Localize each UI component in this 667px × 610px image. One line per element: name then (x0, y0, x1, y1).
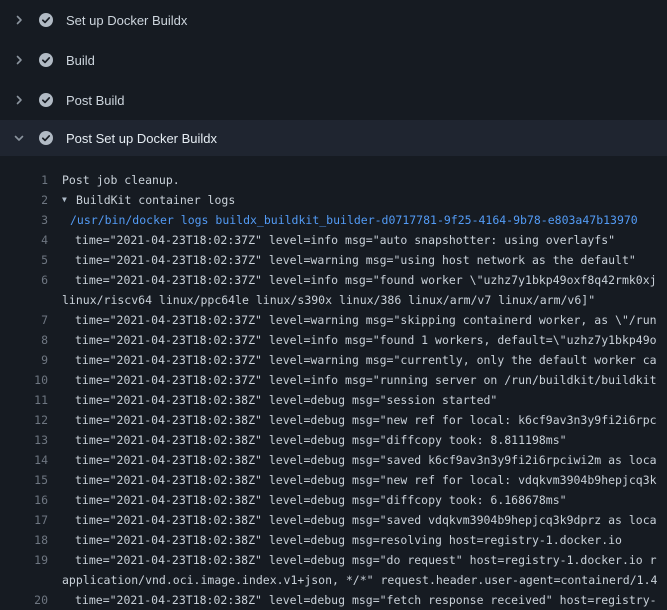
log-line-number[interactable]: 19 (0, 553, 48, 567)
log-area[interactable]: 1 ▼ Post job cleanup. 2 ▼ BuildKit conta… (0, 156, 667, 610)
log-row: 9 ▼ time="2021-04-23T18:02:37Z" level=wa… (0, 350, 667, 370)
log-line-number[interactable]: 17 (0, 513, 48, 527)
log-line-number[interactable]: 1 (0, 173, 48, 187)
log-line-number[interactable]: 11 (0, 393, 48, 407)
log-row: 5 ▼ time="2021-04-23T18:02:37Z" level=wa… (0, 250, 667, 270)
log-line-number[interactable]: 8 (0, 333, 48, 347)
log-row: 15 ▼ time="2021-04-23T18:02:38Z" level=d… (0, 470, 667, 490)
log-line-text: /usr/bin/docker logs buildx_buildkit_bui… (70, 213, 638, 227)
log-line-text: time="2021-04-23T18:02:37Z" level=warnin… (75, 253, 636, 267)
log-row: 20 ▼ time="2021-04-23T18:02:38Z" level=d… (0, 590, 667, 610)
check-circle-icon (38, 52, 54, 68)
log-line-number[interactable]: 15 (0, 473, 48, 487)
log-line-text: time="2021-04-23T18:02:37Z" level=info m… (75, 373, 657, 387)
step-title: Set up Docker Buildx (66, 13, 187, 28)
log-line-text: time="2021-04-23T18:02:37Z" level=info m… (75, 233, 615, 247)
check-circle-icon (38, 92, 54, 108)
log-line-text: time="2021-04-23T18:02:38Z" level=debug … (75, 493, 567, 507)
log-row: 19 ▼ time="2021-04-23T18:02:38Z" level=d… (0, 550, 667, 570)
log-line-text: time="2021-04-23T18:02:37Z" level=info m… (75, 273, 657, 287)
log-row: 11 ▼ time="2021-04-23T18:02:38Z" level=d… (0, 390, 667, 410)
log-line-number[interactable]: 13 (0, 433, 48, 447)
chevron-right-icon (12, 54, 26, 66)
log-row: 3 ▼ /usr/bin/docker logs buildx_buildkit… (0, 210, 667, 230)
log-line-text: time="2021-04-23T18:02:38Z" level=debug … (75, 533, 622, 547)
log-line-text: linux/riscv64 linux/ppc64le linux/s390x … (62, 293, 595, 307)
step-header-post-build[interactable]: Post Build (0, 80, 667, 120)
step-title: Post Build (66, 93, 125, 108)
log-line-number[interactable]: 3 (0, 213, 48, 227)
log-line-text: application/vnd.oci.image.index.v1+json,… (62, 573, 657, 587)
step-title: Post Set up Docker Buildx (66, 131, 217, 146)
log-lines: 1 ▼ Post job cleanup. 2 ▼ BuildKit conta… (0, 170, 667, 610)
log-line-number[interactable]: 18 (0, 533, 48, 547)
log-line-number[interactable]: 10 (0, 373, 48, 387)
step-header-set-up-docker-buildx[interactable]: Set up Docker Buildx (0, 0, 667, 40)
log-line-text: time="2021-04-23T18:02:37Z" level=info m… (75, 333, 657, 347)
log-line-number[interactable]: 5 (0, 253, 48, 267)
step-header-build[interactable]: Build (0, 40, 667, 80)
log-line-text: time="2021-04-23T18:02:37Z" level=warnin… (75, 313, 657, 327)
log-group-toggle-icon[interactable]: ▼ (62, 190, 76, 210)
step-header-post-set-up-docker-buildx[interactable]: Post Set up Docker Buildx (0, 120, 667, 156)
log-line-number[interactable]: 14 (0, 453, 48, 467)
log-line-text: time="2021-04-23T18:02:38Z" level=debug … (75, 453, 657, 467)
log-line-number[interactable]: 4 (0, 233, 48, 247)
log-line-text: time="2021-04-23T18:02:38Z" level=debug … (75, 433, 567, 447)
log-row: ▼ application/vnd.oci.image.index.v1+jso… (0, 570, 667, 590)
log-row: 2 ▼ BuildKit container logs (0, 190, 667, 210)
steps-list: Set up Docker Buildx Build Post Build Po… (0, 0, 667, 156)
log-row: 6 ▼ time="2021-04-23T18:02:37Z" level=in… (0, 270, 667, 290)
log-row: 12 ▼ time="2021-04-23T18:02:38Z" level=d… (0, 410, 667, 430)
log-line-text: time="2021-04-23T18:02:38Z" level=debug … (75, 553, 657, 567)
chevron-down-icon (12, 132, 26, 144)
log-line-text: time="2021-04-23T18:02:38Z" level=debug … (75, 393, 497, 407)
log-line-number[interactable]: 20 (0, 593, 48, 607)
log-line-text: time="2021-04-23T18:02:38Z" level=debug … (75, 413, 657, 427)
log-row: 18 ▼ time="2021-04-23T18:02:38Z" level=d… (0, 530, 667, 550)
log-line-text: time="2021-04-23T18:02:38Z" level=debug … (75, 513, 657, 527)
log-row: 8 ▼ time="2021-04-23T18:02:37Z" level=in… (0, 330, 667, 350)
log-line-text: BuildKit container logs (76, 193, 235, 207)
log-row: 14 ▼ time="2021-04-23T18:02:38Z" level=d… (0, 450, 667, 470)
log-line-number[interactable]: 6 (0, 273, 48, 287)
log-line-text: Post job cleanup. (62, 173, 180, 187)
log-line-number[interactable]: 2 (0, 193, 48, 207)
log-row: ▼ linux/riscv64 linux/ppc64le linux/s390… (0, 290, 667, 310)
log-row: 17 ▼ time="2021-04-23T18:02:38Z" level=d… (0, 510, 667, 530)
log-row: 10 ▼ time="2021-04-23T18:02:37Z" level=i… (0, 370, 667, 390)
log-line-number[interactable]: 9 (0, 353, 48, 367)
log-line-number[interactable]: 12 (0, 413, 48, 427)
log-line-text: time="2021-04-23T18:02:38Z" level=debug … (75, 593, 657, 607)
chevron-right-icon (12, 94, 26, 106)
log-row: 13 ▼ time="2021-04-23T18:02:38Z" level=d… (0, 430, 667, 450)
chevron-right-icon (12, 14, 26, 26)
check-circle-icon (38, 12, 54, 28)
log-line-text: time="2021-04-23T18:02:38Z" level=debug … (75, 473, 657, 487)
log-row: 1 ▼ Post job cleanup. (0, 170, 667, 190)
check-circle-icon (38, 130, 54, 146)
log-row: 16 ▼ time="2021-04-23T18:02:38Z" level=d… (0, 490, 667, 510)
log-row: 7 ▼ time="2021-04-23T18:02:37Z" level=wa… (0, 310, 667, 330)
log-row: 4 ▼ time="2021-04-23T18:02:37Z" level=in… (0, 230, 667, 250)
log-line-text: time="2021-04-23T18:02:37Z" level=warnin… (75, 353, 657, 367)
log-line-number[interactable]: 16 (0, 493, 48, 507)
step-title: Build (66, 53, 95, 68)
log-line-number[interactable]: 7 (0, 313, 48, 327)
